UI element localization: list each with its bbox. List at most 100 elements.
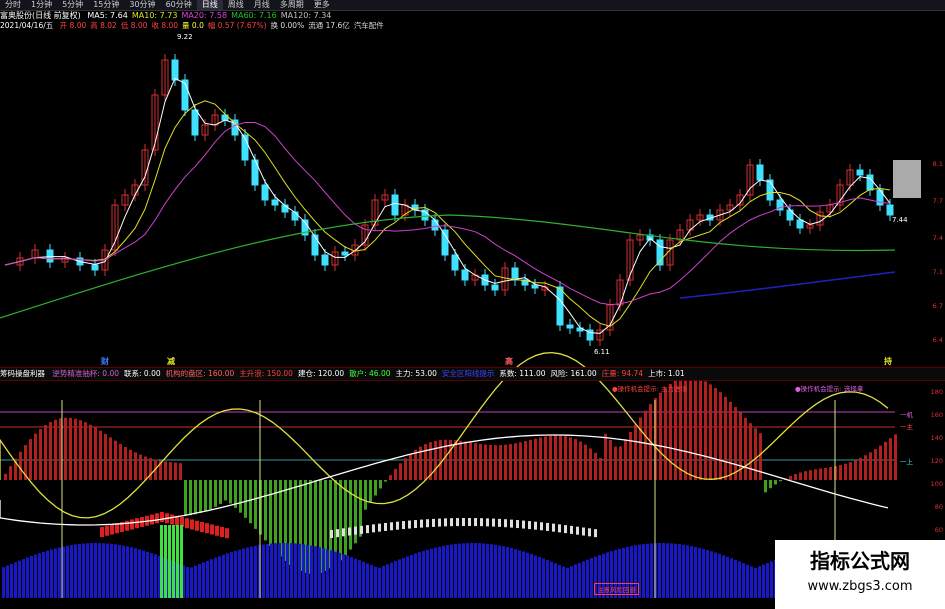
histogram-bar — [814, 469, 817, 480]
histogram-bar — [379, 480, 382, 489]
line-tag-1: 一机 — [900, 411, 913, 419]
histogram-bar — [424, 444, 427, 480]
candle-body — [866, 174, 874, 191]
volume-bar — [702, 548, 705, 598]
chip-peak-white — [360, 525, 363, 534]
histogram-bar — [109, 437, 112, 480]
candle-body — [556, 286, 564, 326]
histogram-bar — [849, 462, 852, 480]
marker-reduce[interactable]: 减 — [167, 356, 175, 367]
indicator-param-11: 上市: 1.01 — [648, 369, 685, 378]
volume-bar — [22, 559, 25, 598]
candle-body — [91, 264, 99, 271]
histogram-bar — [514, 443, 517, 480]
ma10-line — [4, 100, 891, 327]
histogram-bar — [174, 462, 177, 480]
volume-bar — [34, 554, 37, 598]
candle-body — [451, 254, 459, 271]
histogram-bar — [839, 465, 842, 480]
histogram-bar — [599, 458, 602, 480]
histogram-bar — [204, 480, 207, 512]
chip-peak-red — [170, 514, 174, 525]
chip-peak-white — [594, 529, 597, 538]
volume-bar — [666, 543, 669, 598]
volume-bar — [518, 550, 521, 598]
volume-bar — [430, 548, 433, 598]
histogram-bar — [84, 422, 87, 480]
volume-bar — [510, 548, 513, 598]
histogram-bar — [484, 444, 487, 480]
candlestick-chart[interactable] — [0, 0, 945, 609]
histogram-bar — [49, 422, 52, 480]
volume-bar — [250, 546, 253, 598]
volume-bar — [246, 547, 249, 598]
volume-bar — [330, 550, 333, 598]
histogram-bar — [529, 439, 532, 480]
volume-bar — [466, 543, 469, 598]
volume-bar — [550, 561, 553, 598]
volume-bar — [458, 543, 461, 598]
histogram-bar — [549, 435, 552, 480]
volume-bar — [726, 556, 729, 598]
volume-bar — [750, 566, 753, 598]
marker-hold[interactable]: 持 — [884, 356, 892, 367]
volume-bar — [106, 543, 109, 598]
histogram-bar — [524, 441, 527, 480]
chip-peak-white — [330, 530, 333, 538]
volume-bar — [294, 543, 297, 598]
chip-peak-red — [130, 519, 134, 530]
volume-bar — [754, 567, 757, 598]
volume-bar — [286, 543, 289, 598]
histogram-bar — [339, 480, 342, 561]
marker-high[interactable]: 高 — [505, 356, 513, 367]
histogram-bar — [799, 472, 802, 480]
histogram-bar — [384, 480, 387, 482]
volume-bar — [570, 566, 573, 598]
volume-bar — [426, 549, 429, 598]
candle-body — [191, 109, 199, 136]
histogram-bar — [244, 480, 247, 518]
histogram-bar — [694, 377, 697, 480]
chip-peak-red — [205, 523, 209, 534]
histogram-bar — [164, 461, 167, 480]
candle-body — [271, 199, 279, 206]
marker-finance[interactable]: 财 — [101, 356, 109, 367]
volume-bar — [274, 543, 277, 598]
volume-bar — [26, 557, 29, 598]
indicator-header: 筹码操盘利器 逆势精准抽杯: 0.00 联系: 0.00 机构的盘区: 160.00… — [0, 367, 945, 381]
volume-bar — [122, 545, 125, 598]
high-price-label: 9.22 — [177, 33, 193, 41]
histogram-bar — [374, 480, 377, 496]
volume-bar — [762, 564, 765, 598]
chip-peak-red — [110, 524, 114, 535]
histogram-bar — [609, 439, 612, 480]
chip-peak-red — [215, 525, 219, 536]
histogram-bar — [864, 455, 867, 480]
candle-body — [756, 164, 764, 181]
indicator-param-2: 机构的盘区: 160.00 — [165, 369, 235, 378]
histogram-bar — [394, 468, 397, 480]
histogram-bar — [389, 475, 392, 480]
volume-bar — [562, 566, 565, 598]
histogram-bar — [144, 456, 147, 480]
indicator-param-4: 建仓: 120.00 — [297, 369, 345, 378]
low-price-label: 6.11 — [594, 348, 610, 356]
histogram-bar — [224, 480, 227, 501]
candle-body — [886, 204, 894, 216]
indicator-name[interactable]: 筹码操盘利器 — [0, 369, 45, 378]
chip-peak-red — [220, 527, 224, 537]
volume-bar — [522, 551, 525, 598]
volume-bar — [686, 545, 689, 598]
line-tag-3: 一上 — [900, 458, 913, 466]
volume-bar — [230, 552, 233, 598]
watermark-url: www.zbgs3.com — [807, 579, 913, 594]
volume-bar — [270, 543, 273, 598]
histogram-bar — [134, 452, 137, 480]
volume-bar — [502, 546, 505, 598]
volume-bar — [706, 550, 709, 598]
volume-bar — [114, 544, 117, 598]
chip-peak-white — [462, 518, 465, 527]
chip-peak-white — [582, 527, 585, 536]
chip-peak-white — [564, 525, 567, 534]
histogram-bar — [69, 417, 72, 480]
